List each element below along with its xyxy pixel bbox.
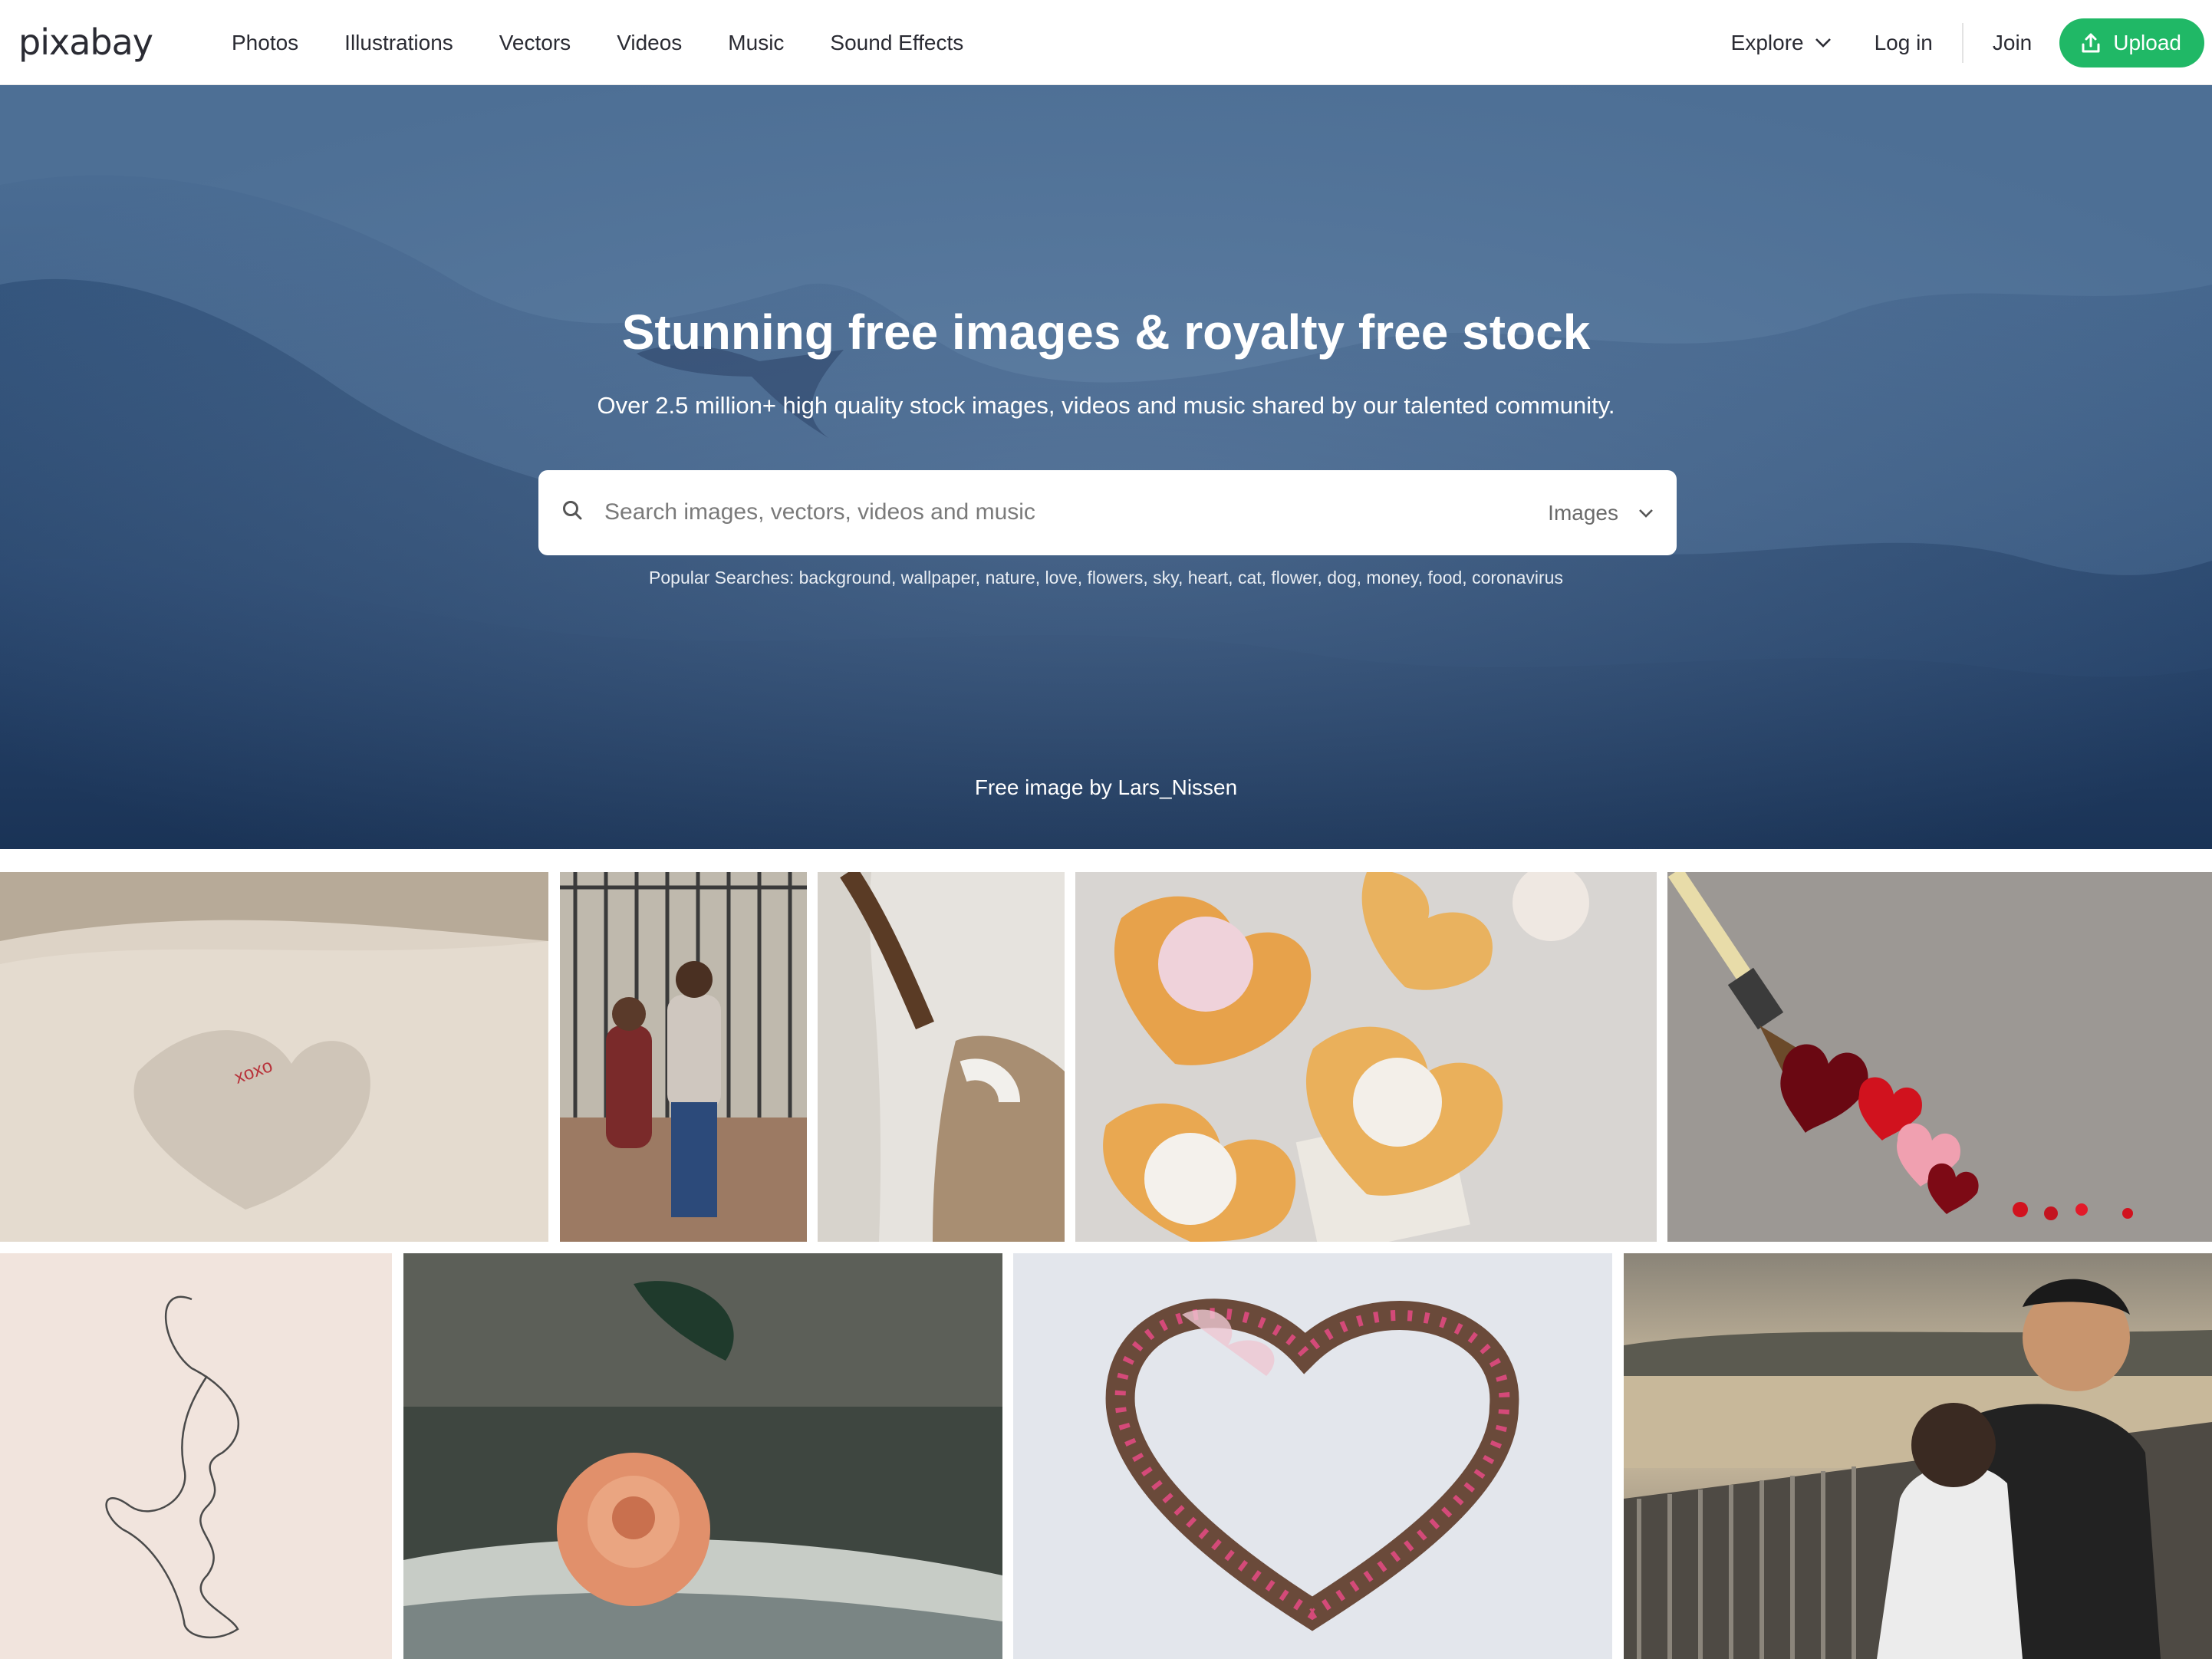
upload-icon <box>2082 33 2100 52</box>
hero-subtitle: Over 2.5 million+ high quality stock ima… <box>597 392 1615 419</box>
hero-banner: Stunning free images & royalty free stoc… <box>0 85 2212 849</box>
heart-waffles-ice-cream-photo <box>1075 872 1657 1242</box>
gallery-item-paintbrush-hearts[interactable] <box>1667 872 2212 1242</box>
heart-wreath-photo <box>1013 1253 1612 1659</box>
paintbrush-hearts-photo <box>1667 872 2212 1242</box>
gallery-item-line-art[interactable] <box>0 1253 392 1659</box>
search-bar: Images <box>538 470 1677 555</box>
couple-hugging-lake-photo <box>1624 1253 2212 1659</box>
main-nav: Photos Illustrations Vectors Videos Musi… <box>232 0 1009 85</box>
hero-title: Stunning free images & royalty free stoc… <box>621 304 1591 360</box>
nav-sound-effects[interactable]: Sound Effects <box>830 31 963 55</box>
gallery-item-rose-book[interactable] <box>403 1253 1002 1659</box>
header-divider <box>1961 22 1963 63</box>
gallery-item-couple-gate[interactable] <box>560 872 807 1242</box>
media-type-label: Images <box>1548 500 1618 525</box>
line-art-faces-illustration <box>0 1253 392 1659</box>
upload-label: Upload <box>2113 30 2181 54</box>
login-link[interactable]: Log in <box>1875 31 1933 55</box>
media-type-select[interactable]: Images <box>1548 470 1654 555</box>
header-actions: Explore Log in Join Upload <box>1731 0 2204 85</box>
top-navigation-bar: pixabay Photos Illustrations Vectors Vid… <box>0 0 2212 85</box>
pixabay-logo[interactable]: pixabay <box>18 21 153 63</box>
nav-videos[interactable]: Videos <box>617 31 682 55</box>
nav-illustrations[interactable]: Illustrations <box>344 31 453 55</box>
gallery-item-coat[interactable] <box>818 872 1065 1242</box>
mountain-background-image <box>0 85 2212 849</box>
image-credit[interactable]: Free image by Lars_Nissen <box>0 775 2212 800</box>
upload-button[interactable]: Upload <box>2059 18 2204 67</box>
chevron-down-icon <box>1815 38 1831 48</box>
gallery-item-waffles[interactable] <box>1075 872 1657 1242</box>
nav-vectors[interactable]: Vectors <box>499 31 571 55</box>
couple-at-gate-photo <box>560 872 807 1242</box>
linen-heart-xoxo-photo: xoxo <box>0 872 548 1242</box>
explore-label: Explore <box>1730 30 1804 54</box>
join-link[interactable]: Join <box>1993 31 2032 55</box>
rose-on-book-photo <box>403 1253 1002 1659</box>
chevron-down-icon <box>1639 509 1653 518</box>
explore-menu[interactable]: Explore <box>1731 31 1832 55</box>
coat-closeup-photo <box>818 872 1065 1242</box>
search-icon[interactable] <box>561 499 584 522</box>
gallery-item-couple-lake[interactable] <box>1624 1253 2212 1659</box>
gallery-item-heart-wreath[interactable] <box>1013 1253 1612 1659</box>
nav-photos[interactable]: Photos <box>232 31 298 55</box>
search-input[interactable] <box>604 489 1448 535</box>
nav-music[interactable]: Music <box>728 31 784 55</box>
popular-searches[interactable]: Popular Searches: background, wallpaper,… <box>0 568 2212 588</box>
gallery-item-linen-heart[interactable]: xoxo <box>0 872 548 1242</box>
